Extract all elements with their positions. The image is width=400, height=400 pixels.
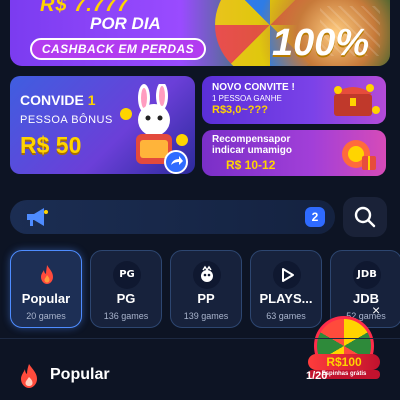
pg-logo-text: PG (119, 269, 135, 280)
category-label: PG (116, 291, 136, 306)
category-label: PLAYS... (259, 291, 313, 306)
jdb-logo-text: JDB (357, 269, 377, 280)
notification-badge[interactable]: 2 (305, 207, 325, 227)
category-pp[interactable]: PP 139 games (170, 250, 242, 328)
pp-logo-icon (193, 261, 221, 289)
category-pg[interactable]: PG PG 136 games (90, 250, 162, 328)
search-button[interactable] (343, 197, 387, 237)
promo-new-title: NOVO CONVITE ! (212, 82, 295, 93)
section-pager: 1/20 (306, 370, 328, 382)
promo-referral-line1: Recompensapor (212, 134, 291, 145)
promo-invite-subtitle: PESSOA BÔNUS (20, 114, 113, 126)
category-count: 136 games (103, 311, 149, 321)
promo-invite-line1: CONVIDE (20, 92, 84, 108)
treasure-chest-icon (334, 84, 380, 116)
promo-new-reward: R$3,0~??? (212, 104, 268, 116)
share-arrow-icon (171, 156, 183, 165)
category-count: 139 games (183, 311, 229, 321)
category-label: Popular (21, 291, 71, 306)
promo-new-subtitle: 1 PESSOA GANHE (212, 94, 282, 103)
promo-referral-card[interactable]: Recompensapor indicar umamigo R$ 10-12 (202, 130, 386, 176)
search-icon (354, 206, 376, 228)
play-icon (273, 261, 301, 289)
promo-referral-reward: R$ 10-12 (226, 158, 276, 172)
category-count: 20 games (26, 311, 66, 321)
pg-logo-icon: PG (113, 261, 141, 289)
announcement-bar[interactable]: 2 (10, 200, 335, 234)
section-title: Popular (50, 366, 110, 383)
flame-icon (21, 364, 37, 388)
category-label: PP (197, 291, 215, 306)
jdb-logo-icon: JDB (353, 261, 381, 289)
gift-box-icon (342, 140, 376, 170)
flame-icon (41, 265, 53, 284)
promo-invite-number: 1 (87, 92, 96, 108)
hero-per-day: POR DIA (90, 14, 161, 33)
category-label: JDB (352, 291, 379, 306)
category-popular[interactable]: Popular 20 games (10, 250, 82, 328)
hero-banner[interactable]: R$ 7.777 POR DIA CASHBACK EM PERDAS 100% (10, 0, 390, 66)
share-button[interactable] (164, 150, 188, 174)
promo-invite-reward: R$ 50 (20, 132, 82, 158)
cashback-pill: CASHBACK EM PERDAS (30, 38, 206, 60)
close-icon[interactable]: × (372, 302, 380, 318)
promo-referral-line2: indicar umamigo (212, 145, 293, 156)
promo-new-invite-card[interactable]: NOVO CONVITE ! 1 PESSOA GANHE R$3,0~??? (202, 76, 386, 124)
megaphone-icon (27, 208, 48, 226)
section-divider (0, 338, 400, 339)
hero-pattern (320, 6, 380, 56)
promo-invite-title: CONVIDE 1 (20, 92, 95, 108)
wheel-amount: R$100 (308, 354, 380, 370)
